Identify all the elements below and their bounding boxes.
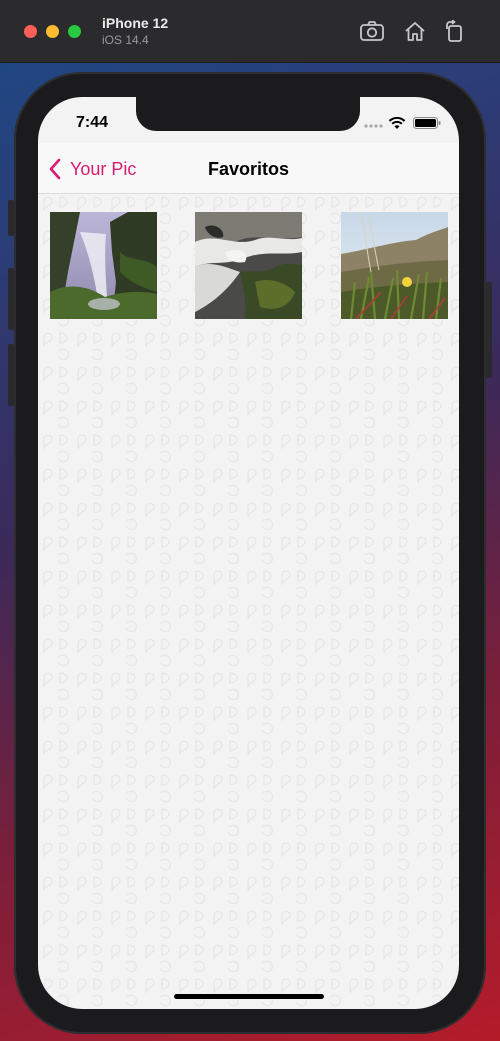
simulator-device-name: iPhone 12 xyxy=(102,15,169,31)
volume-up-button xyxy=(8,268,14,330)
close-window-button[interactable] xyxy=(24,25,37,38)
zoom-window-button[interactable] xyxy=(68,25,81,38)
navigation-bar: Your Pic Favoritos xyxy=(38,143,459,194)
favorite-photo-waterfall[interactable] xyxy=(50,212,157,319)
power-button xyxy=(486,282,492,378)
simulator-os-version: iOS 14.4 xyxy=(102,33,149,47)
volume-down-button xyxy=(8,344,14,406)
simulator-titlebar: iPhone 12 iOS 14.4 xyxy=(0,0,500,63)
favorite-photo-stream[interactable] xyxy=(195,212,302,319)
home-icon[interactable] xyxy=(403,20,427,42)
status-time: 7:44 xyxy=(76,114,109,131)
cellular-signal-icon xyxy=(364,124,383,128)
favorite-photo-wildflower[interactable] xyxy=(341,212,448,319)
rotate-icon[interactable] xyxy=(443,19,467,42)
battery-icon xyxy=(413,117,441,129)
page-title: Favoritos xyxy=(207,159,290,179)
camera-icon[interactable] xyxy=(360,20,384,42)
device-screen: 7:44 Your Pic Favoritos xyxy=(38,97,459,1009)
home-indicator[interactable] xyxy=(174,994,324,999)
wifi-icon xyxy=(388,116,406,129)
mute-switch xyxy=(8,200,14,236)
minimize-window-button[interactable] xyxy=(46,25,59,38)
notch xyxy=(136,97,360,131)
